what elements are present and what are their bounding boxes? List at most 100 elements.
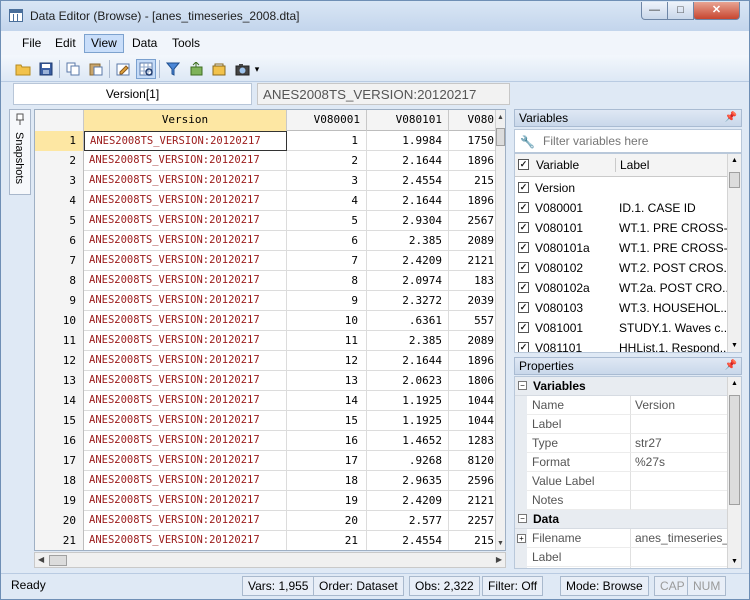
row-number[interactable]: 17 [35, 451, 84, 471]
column-header-version[interactable]: Version [84, 110, 287, 131]
property-value[interactable]: Version [631, 396, 727, 415]
variable-checkbox[interactable]: ✓ [518, 182, 529, 193]
cell-v080001[interactable]: 14 [287, 391, 367, 411]
close-button[interactable]: ✕ [693, 2, 740, 20]
row-number[interactable]: 11 [35, 331, 84, 351]
column-header-label[interactable]: Label [615, 158, 649, 172]
cell-v080[interactable]: 1283 [449, 431, 497, 451]
scroll-thumb[interactable] [729, 395, 740, 505]
cell-v080101[interactable]: .6361 [367, 311, 449, 331]
select-all-checkbox[interactable]: ✓ [518, 159, 529, 170]
row-number[interactable]: 19 [35, 491, 84, 511]
scroll-thumb[interactable] [496, 128, 505, 146]
column-header-v080[interactable]: V080 [449, 110, 497, 131]
row-number[interactable]: 2 [35, 151, 84, 171]
scroll-up-icon[interactable]: ▲ [731, 380, 738, 387]
cell-v080[interactable]: 557 [449, 311, 497, 331]
cell-v080001[interactable]: 2 [287, 151, 367, 171]
cell-version[interactable]: ANES2008TS_VERSION:20120217 [84, 411, 287, 431]
cell-version[interactable]: ANES2008TS_VERSION:20120217 [84, 291, 287, 311]
cell-v080[interactable]: 2089 [449, 231, 497, 251]
scroll-down-icon[interactable]: ▼ [497, 540, 504, 547]
cell-version[interactable]: ANES2008TS_VERSION:20120217 [84, 331, 287, 351]
variable-row[interactable]: ✓ V081001 STUDY.1. Waves c... [515, 318, 727, 338]
property-row[interactable]: Label [515, 548, 727, 567]
pin-icon[interactable] [15, 113, 25, 125]
properties-section-data[interactable]: − Data [515, 510, 727, 529]
cell-v080101[interactable]: 1.9984 [367, 131, 449, 151]
cell-v080001[interactable]: 7 [287, 251, 367, 271]
cell-v080101[interactable]: 2.9304 [367, 211, 449, 231]
cell-v080[interactable]: 1044 [449, 391, 497, 411]
property-row[interactable]: Format %27s [515, 453, 727, 472]
cell-v080101[interactable]: 1.1925 [367, 411, 449, 431]
property-row[interactable]: Type str27 [515, 434, 727, 453]
row-number[interactable]: 20 [35, 511, 84, 531]
row-number[interactable]: 18 [35, 471, 84, 491]
variable-row[interactable]: ✓ Version [515, 178, 727, 198]
column-header-v080101[interactable]: V080101 [367, 110, 449, 131]
pin-icon[interactable]: 📌 [725, 358, 737, 374]
scroll-up-icon[interactable]: ▲ [731, 157, 738, 164]
cell-v080001[interactable]: 20 [287, 511, 367, 531]
property-value[interactable] [631, 415, 727, 434]
cell-v080101[interactable]: 2.4554 [367, 171, 449, 191]
filter-variables-input[interactable] [541, 133, 737, 149]
cell-v080001[interactable]: 4 [287, 191, 367, 211]
cell-v080001[interactable]: 13 [287, 371, 367, 391]
cell-v080001[interactable]: 1 [287, 131, 367, 151]
row-number[interactable]: 15 [35, 411, 84, 431]
property-row[interactable]: N [515, 567, 727, 568]
cell-v080101[interactable]: 2.4554 [367, 531, 449, 550]
property-value[interactable] [631, 567, 727, 568]
cell-v080101[interactable]: 2.0623 [367, 371, 449, 391]
cell-v080[interactable]: 2089 [449, 331, 497, 351]
cell-version[interactable]: ANES2008TS_VERSION:20120217 [84, 171, 287, 191]
cell-v080[interactable]: 1806 [449, 371, 497, 391]
row-number[interactable]: 5 [35, 211, 84, 231]
row-number[interactable]: 12 [35, 351, 84, 371]
menu-tools[interactable]: Tools [165, 34, 207, 53]
menu-data[interactable]: Data [125, 34, 164, 53]
variables-manager-icon[interactable] [186, 59, 206, 79]
cell-v080001[interactable]: 19 [287, 491, 367, 511]
cell-v080001[interactable]: 3 [287, 171, 367, 191]
cell-v080101[interactable]: 2.3272 [367, 291, 449, 311]
cell-v080001[interactable]: 21 [287, 531, 367, 550]
properties-icon[interactable] [209, 59, 229, 79]
cell-version[interactable]: ANES2008TS_VERSION:20120217 [84, 131, 287, 151]
row-number[interactable]: 9 [35, 291, 84, 311]
property-value[interactable] [631, 472, 727, 491]
variables-scrollbar[interactable]: ▲ ▼ [727, 154, 741, 352]
property-row[interactable]: Name Version [515, 396, 727, 415]
property-value[interactable]: %27s [631, 453, 727, 472]
row-number[interactable]: 1 [35, 131, 84, 151]
variable-row[interactable]: ✓ V080101a WT.1. PRE CROSS-... [515, 238, 727, 258]
cell-version[interactable]: ANES2008TS_VERSION:20120217 [84, 431, 287, 451]
cell-v080[interactable]: 8120 [449, 451, 497, 471]
variable-checkbox[interactable]: ✓ [518, 282, 529, 293]
cell-v080101[interactable]: 2.9635 [367, 471, 449, 491]
variable-checkbox[interactable]: ✓ [518, 342, 529, 352]
pin-icon[interactable]: 📌 [725, 110, 737, 126]
column-header-variable[interactable]: Variable [535, 158, 615, 172]
variable-checkbox[interactable]: ✓ [518, 202, 529, 213]
cell-version[interactable]: ANES2008TS_VERSION:20120217 [84, 191, 287, 211]
cell-v080[interactable]: 2121 [449, 251, 497, 271]
cell-v080101[interactable]: 2.1644 [367, 151, 449, 171]
cell-version[interactable]: ANES2008TS_VERSION:20120217 [84, 451, 287, 471]
scroll-up-icon[interactable]: ▲ [497, 114, 504, 121]
scroll-right-icon[interactable]: ▶ [496, 555, 502, 564]
row-number[interactable]: 8 [35, 271, 84, 291]
wrench-icon[interactable]: 🔧 [520, 135, 535, 149]
snapshot-icon[interactable] [232, 59, 252, 79]
variable-checkbox[interactable]: ✓ [518, 222, 529, 233]
expand-icon[interactable]: + [517, 534, 526, 543]
cell-version[interactable]: ANES2008TS_VERSION:20120217 [84, 251, 287, 271]
property-row[interactable]: Notes [515, 491, 727, 510]
row-number[interactable]: 6 [35, 231, 84, 251]
variable-name-box[interactable]: Version[1] [13, 83, 252, 105]
cell-v080001[interactable]: 8 [287, 271, 367, 291]
edit-mode-icon[interactable] [113, 59, 133, 79]
cell-v080[interactable]: 1896 [449, 191, 497, 211]
